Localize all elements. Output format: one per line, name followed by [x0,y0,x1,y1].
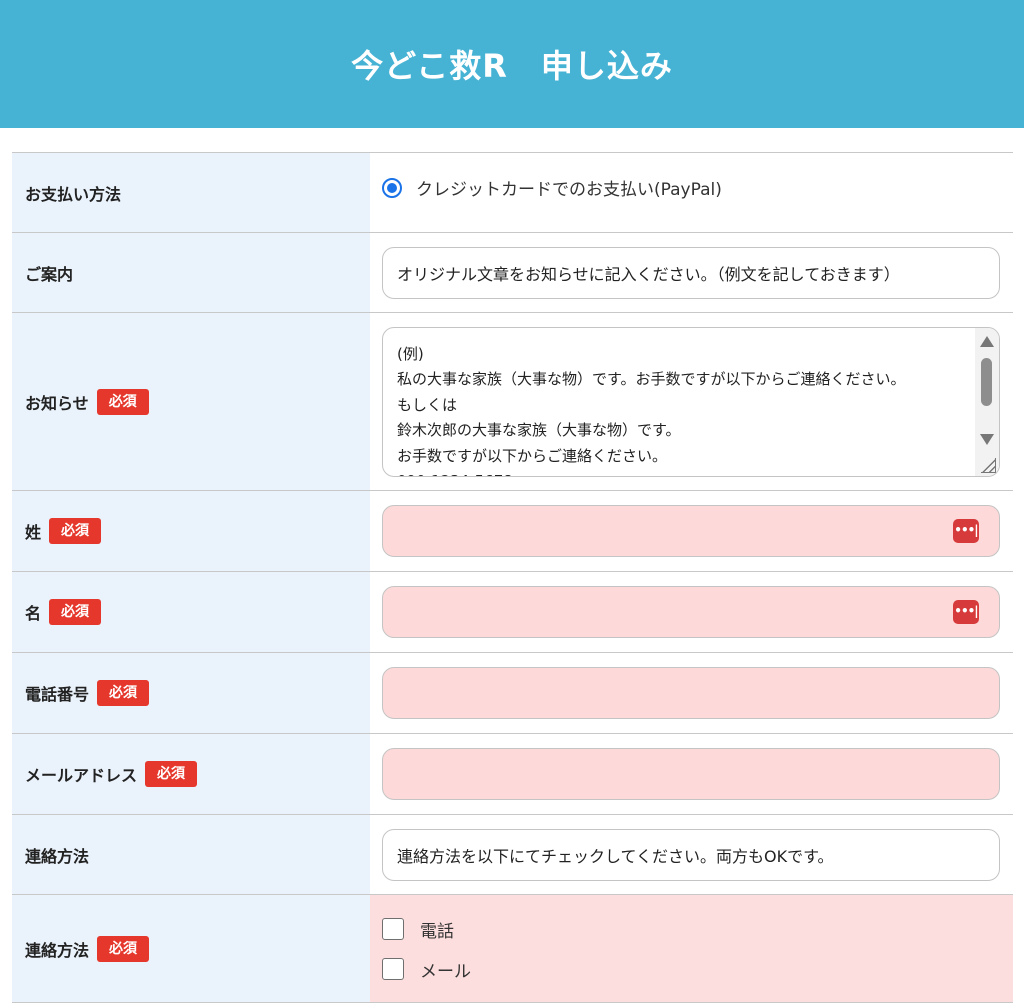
payment-content: クレジットカードでのお支払い(PayPal) [370,153,1013,232]
password-manager-icon[interactable]: •••| [953,600,979,624]
textarea-scrollbar[interactable] [975,327,999,476]
first-name-label: 名 必須 [12,572,370,652]
required-badge: 必須 [49,599,102,625]
required-badge: 必須 [97,680,150,706]
required-badge: 必須 [145,761,198,787]
contact-method-label: 連絡方法 必須 [12,895,370,1002]
contact-method-options: 電話 メール [382,895,471,989]
row-contact-note: 連絡方法 連絡方法を以下にてチェックしてください。両方もOKです。 [12,815,1013,895]
scroll-down-icon[interactable] [980,433,994,445]
radio-button[interactable] [382,177,402,198]
password-manager-icon[interactable]: •••| [953,519,979,543]
resize-grip-icon[interactable] [981,457,996,473]
notice-label: お知らせ 必須 [12,313,370,490]
row-phone: 電話番号 必須 [12,653,1013,734]
email-label: メールアドレス 必須 [12,734,370,814]
scroll-up-icon[interactable] [980,335,994,347]
payment-option-credit-card[interactable]: クレジットカードでのお支払い(PayPal) [382,175,722,200]
contact-option-email[interactable]: メール [382,949,471,989]
row-first-name: 名 必須 •••| [12,572,1013,653]
last-name-content: •••| [370,491,1013,571]
first-name-input[interactable]: •••| [382,586,1000,638]
required-badge: 必須 [96,388,149,415]
guide-field: オリジナル文章をお知らせに記入ください。（例文を記しておきます） [382,246,1000,299]
row-payment: お支払い方法 クレジットカードでのお支払い(PayPal) [12,153,1013,233]
row-last-name: 姓 必須 •••| [12,491,1013,572]
last-name-input[interactable]: •••| [382,505,1000,557]
payment-option-label: クレジットカードでのお支払い(PayPal) [416,180,722,200]
page-header: 今どこ救R 申し込み [0,0,1024,128]
last-name-label: 姓 必須 [12,491,370,571]
phone-content [370,653,1013,733]
payment-label: お支払い方法 [12,153,370,232]
row-email: メールアドレス 必須 [12,734,1013,815]
required-badge: 必須 [97,935,150,962]
checkbox[interactable] [382,918,404,940]
guide-content: オリジナル文章をお知らせに記入ください。（例文を記しておきます） [370,233,1013,312]
row-guide: ご案内 オリジナル文章をお知らせに記入ください。（例文を記しておきます） [12,233,1013,313]
contact-note-label: 連絡方法 [12,815,370,894]
required-badge: 必須 [49,518,102,544]
email-input[interactable] [382,748,1000,800]
notice-textarea[interactable]: (例) 私の大事な家族（大事な物）です。お手数ですが以下からご連絡ください。 も… [382,326,1000,477]
contact-option-phone[interactable]: 電話 [382,909,471,949]
phone-input[interactable] [382,667,1000,719]
guide-label: ご案内 [12,233,370,312]
application-form: お支払い方法 クレジットカードでのお支払い(PayPal) ご案内 オリジナル文… [12,152,1013,1003]
contact-note-field: 連絡方法を以下にてチェックしてください。両方もOKです。 [382,828,1000,881]
contact-note-content: 連絡方法を以下にてチェックしてください。両方もOKです。 [370,815,1013,894]
phone-label: 電話番号 必須 [12,653,370,733]
row-contact-method: 連絡方法 必須 電話 メール [12,895,1013,1003]
row-notice: お知らせ 必須 (例) 私の大事な家族（大事な物）です。お手数ですが以下からご連… [12,313,1013,491]
notice-text: (例) 私の大事な家族（大事な物）です。お手数ですが以下からご連絡ください。 も… [397,344,906,476]
scroll-thumb[interactable] [981,357,992,406]
contact-method-content: 電話 メール [370,895,1013,1002]
page-title: 今どこ救R 申し込み [351,47,673,85]
first-name-content: •••| [370,572,1013,652]
email-content [370,734,1013,814]
notice-content: (例) 私の大事な家族（大事な物）です。お手数ですが以下からご連絡ください。 も… [370,313,1013,490]
checkbox[interactable] [382,958,404,980]
